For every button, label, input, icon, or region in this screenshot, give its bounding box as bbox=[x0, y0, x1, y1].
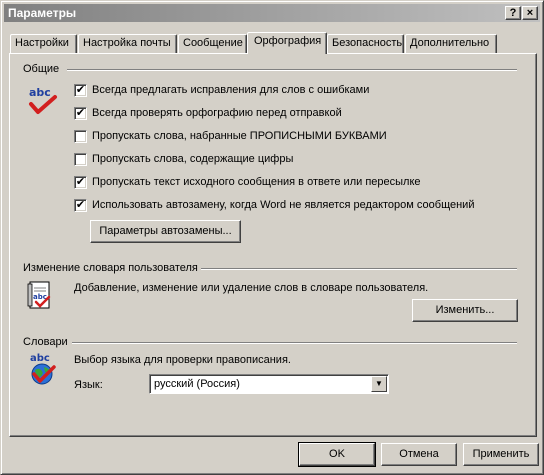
svg-text:abc: abc bbox=[30, 353, 50, 364]
option-label: Всегда проверять орфографию перед отправ… bbox=[92, 107, 342, 119]
abc-globe-icon: abc bbox=[30, 353, 56, 385]
custom-dictionary-description: Добавление, изменение или удаление слов … bbox=[74, 282, 429, 294]
tab-security[interactable]: Безопасность bbox=[327, 34, 404, 53]
tab-advanced[interactable]: Дополнительно bbox=[405, 34, 497, 53]
language-select-value: русский (Россия) bbox=[154, 378, 240, 390]
window-title: Параметры bbox=[8, 6, 77, 20]
option-label: Пропускать слова, набранные ПРОПИСНЫМИ Б… bbox=[92, 130, 387, 142]
option-label: Пропускать текст исходного сообщения в о… bbox=[92, 176, 421, 188]
checkbox[interactable]: ✔ bbox=[74, 84, 87, 97]
option-label: Всегда предлагать исправления для слов с… bbox=[92, 84, 370, 96]
general-group-label: Общие bbox=[23, 63, 60, 75]
checkbox[interactable]: ✔ bbox=[74, 107, 87, 120]
autocorrect-options-button[interactable]: Параметры автозамены... bbox=[90, 220, 241, 243]
tab-mail-setup[interactable]: Настройка почты bbox=[78, 34, 177, 53]
close-button[interactable]: × bbox=[522, 6, 538, 20]
custom-dictionary-group-label: Изменение словаря пользователя bbox=[23, 262, 198, 274]
tab-spelling[interactable]: Орфография bbox=[247, 32, 327, 54]
dictionaries-description: Выбор языка для проверки правописания. bbox=[74, 354, 291, 366]
checkbox[interactable]: ✔ bbox=[74, 199, 87, 212]
edit-dictionary-button[interactable]: Изменить... bbox=[412, 299, 518, 322]
checkbox[interactable] bbox=[74, 153, 87, 166]
options-dialog: Параметры ? × Настройки Настройка почты … bbox=[0, 0, 544, 475]
title-bar[interactable]: Параметры ? × bbox=[4, 4, 540, 22]
option-label: Пропускать слова, содержащие цифры bbox=[92, 153, 294, 165]
help-button[interactable]: ? bbox=[505, 6, 521, 20]
tab-message[interactable]: Сообщение bbox=[178, 34, 247, 53]
dictionaries-group-label: Словари bbox=[23, 336, 68, 348]
abc-spellcheck-icon: abc bbox=[29, 86, 57, 114]
ok-button[interactable]: OK bbox=[298, 442, 376, 467]
custom-dictionary-separator bbox=[201, 268, 517, 270]
dictionary-document-icon: abc bbox=[27, 281, 51, 309]
cancel-button[interactable]: Отмена bbox=[381, 443, 457, 466]
checkbox[interactable] bbox=[74, 130, 87, 143]
language-select[interactable]: русский (Россия) ▼ bbox=[149, 374, 389, 394]
checkbox[interactable]: ✔ bbox=[74, 176, 87, 189]
svg-text:abc: abc bbox=[29, 86, 51, 99]
dictionaries-separator bbox=[72, 342, 517, 344]
apply-button[interactable]: Применить bbox=[463, 443, 539, 466]
tab-settings[interactable]: Настройки bbox=[10, 34, 77, 53]
option-label: Использовать автозамену, когда Word не я… bbox=[92, 199, 475, 211]
general-separator bbox=[67, 69, 517, 71]
language-label: Язык: bbox=[74, 379, 103, 391]
chevron-down-icon[interactable]: ▼ bbox=[371, 376, 387, 392]
